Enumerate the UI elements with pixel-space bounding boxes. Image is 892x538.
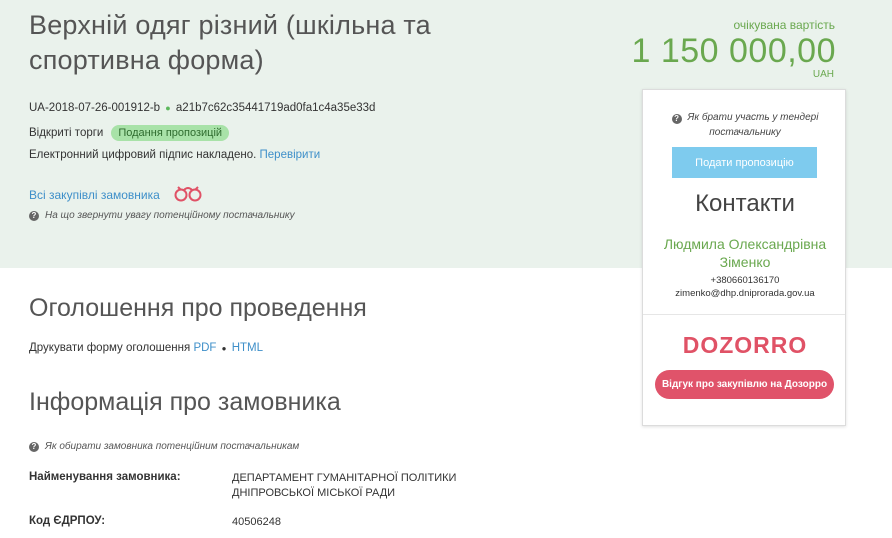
all-purchases-link[interactable]: Всі закупівлі замовника — [29, 188, 160, 202]
cost-currency: UAH — [812, 69, 834, 80]
tender-title: Верхній одяг різний (шкільна та спортивн… — [29, 10, 431, 75]
tender-id: UA-2018-07-26-001912-b — [29, 102, 161, 114]
check-signature-link[interactable]: Перевірити — [260, 149, 321, 161]
signature-text: Електронний цифровий підпис накладено. — [29, 149, 257, 161]
question-icon: ? — [671, 114, 682, 124]
procedure-line: Відкриті торги Подання пропозицій — [29, 125, 230, 141]
supplier-note-text: На що звернути увагу потенційному постач… — [45, 210, 295, 221]
customer-name-label: Найменування замовника: — [29, 471, 181, 483]
signature-line: Електронний цифровий підпис накладено. П… — [29, 149, 320, 161]
print-form-line: Друкувати форму оголошення PDF ● HTML — [29, 342, 263, 354]
html-link[interactable]: HTML — [232, 342, 263, 354]
procedure-type: Відкриті торги — [29, 127, 104, 139]
customer-heading: Інформація про замовника — [29, 388, 341, 416]
all-purchases-row: Всі закупівлі замовника — [29, 184, 204, 205]
edrpou-label: Код ЄДРПОУ: — [29, 515, 106, 527]
question-icon: ? — [29, 441, 39, 452]
status-badge: Подання пропозицій — [111, 125, 230, 141]
contact-phone: +380660136170 — [710, 275, 780, 286]
sidebar-panel: ? Як брати участь у тендері постачальнику… — [642, 89, 846, 426]
dozorro-review-button[interactable]: Відгук про закупівлю на Дозорро — [655, 370, 834, 399]
pdf-link[interactable]: PDF — [193, 342, 216, 354]
bullet-icon: ● — [221, 344, 227, 353]
customer-hint-text: Як обирати замовника потенційним постача… — [45, 441, 300, 452]
tender-id-line: UA-2018-07-26-001912-b ● a21b7c62c354417… — [29, 102, 375, 114]
submit-proposal-button[interactable]: Подати пропозицію — [672, 147, 817, 178]
cost-value: 1 150 000,00 — [631, 32, 836, 70]
customer-name-line1: ДЕПАРТАМЕНТ ГУМАНІТАРНОЇ ПОЛІТИКИ — [232, 472, 457, 484]
question-icon: ? — [29, 210, 39, 221]
print-label: Друкувати форму оголошення — [29, 342, 191, 354]
dozorro-logo: DOZORRO — [682, 332, 808, 358]
customer-hint[interactable]: ? Як обирати замовника потенційним поста… — [29, 441, 299, 452]
divider — [643, 314, 845, 315]
supplier-note[interactable]: ? На що звернути увагу потенційному пост… — [29, 210, 295, 221]
edrpou-value: 40506248 — [232, 516, 281, 528]
howto-text: Як брати участь у тендері постачальнику — [687, 112, 819, 138]
howto-participate-link[interactable]: ? Як брати участь у тендері постачальнику — [643, 110, 847, 140]
contact-name: Людмила Олександрівна Зіменко — [663, 236, 827, 270]
announcement-heading: Оголошення про проведення — [29, 294, 367, 322]
binoculars-icon[interactable] — [172, 184, 204, 205]
contacts-title: Контакти — [695, 190, 795, 217]
customer-name-value: ДЕПАРТАМЕНТ ГУМАНІТАРНОЇ ПОЛІТИКИ ДНІПРО… — [232, 471, 456, 501]
contact-email: zimenko@dhp.dniprorada.gov.ua — [675, 288, 815, 299]
customer-name-line2: ДНІПРОВСЬКОЇ МІСЬКОЇ РАДИ — [232, 487, 396, 499]
cost-label: очікувана вартість — [733, 18, 836, 32]
tender-hash: a21b7c62c35441719ad0fa1c4a35e33d — [175, 102, 376, 114]
bullet-icon: ● — [165, 103, 171, 113]
